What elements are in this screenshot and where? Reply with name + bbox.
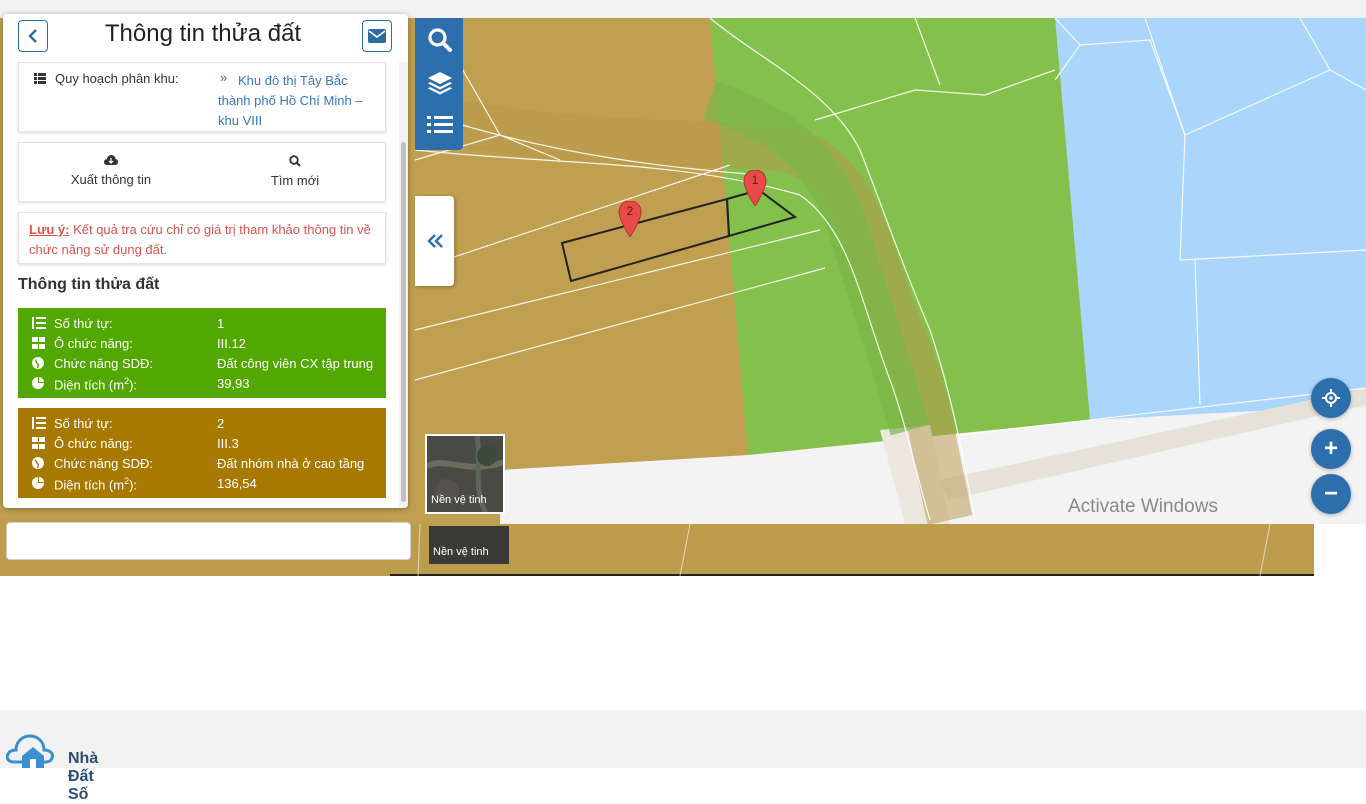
export-info-button[interactable]: Xuất thông tin bbox=[19, 143, 203, 203]
globe-icon bbox=[32, 357, 44, 369]
layers-icon bbox=[428, 72, 452, 95]
pie-chart-icon bbox=[32, 377, 44, 389]
export-info-label: Xuất thông tin bbox=[70, 172, 152, 187]
footer-band bbox=[0, 710, 1366, 768]
grid-icon bbox=[32, 437, 45, 449]
map-lower-strip bbox=[390, 523, 1314, 577]
collapse-panel-button[interactable] bbox=[415, 196, 454, 286]
order-value: 1 bbox=[217, 316, 225, 331]
panel-scrollbar[interactable] bbox=[399, 62, 408, 508]
envelope-icon bbox=[368, 29, 386, 43]
cloud-download-icon bbox=[104, 155, 118, 165]
satellite-toggle-ghost[interactable]: Nền vệ tinh bbox=[429, 526, 509, 564]
zoning-label: Quy hoạch phân khu: bbox=[55, 71, 179, 86]
section-title: Thông tin thửa đất bbox=[18, 276, 160, 293]
panel-title: Thông tin thửa đất bbox=[104, 20, 302, 47]
area-label: Diện tích (m2): bbox=[54, 376, 138, 393]
back-button[interactable] bbox=[18, 20, 48, 52]
map-marker[interactable]: 1 bbox=[743, 170, 767, 206]
area-label: Diện tích (m2): bbox=[54, 476, 138, 493]
zoom-out-button[interactable]: − bbox=[1311, 474, 1351, 514]
cell-value: III.12 bbox=[217, 336, 246, 351]
order-label: Số thứ tự: bbox=[54, 416, 113, 431]
ghost-panel bbox=[6, 522, 411, 560]
ordered-list-icon bbox=[32, 317, 46, 329]
actions-card: Xuất thông tin Tìm mới bbox=[18, 142, 386, 202]
zoning-card: Quy hoạch phân khu: » Khu đô thị Tây Bắc… bbox=[18, 62, 386, 132]
parcel-info-panel: Thông tin thửa đất Quy hoạch phân khu: »… bbox=[3, 14, 408, 508]
grid-icon bbox=[32, 337, 45, 349]
function-label: Chức năng SDĐ: bbox=[54, 456, 154, 471]
list-icon bbox=[34, 73, 46, 84]
house-cloud-icon bbox=[5, 734, 54, 768]
panel-content[interactable]: Quy hoạch phân khu: » Khu đô thị Tây Bắc… bbox=[3, 62, 399, 508]
function-value: Đất nhóm nhà ở cao tầng bbox=[217, 456, 365, 471]
double-chevron-left-icon bbox=[426, 234, 443, 248]
zoning-link[interactable]: Khu đô thị Tây Bắc thành phố Hồ Chí Minh… bbox=[218, 71, 378, 131]
function-label: Chức năng SDĐ: bbox=[54, 356, 154, 371]
ordered-list-icon bbox=[32, 417, 46, 429]
search-icon bbox=[289, 155, 301, 167]
globe-icon bbox=[32, 457, 44, 469]
function-value: Đất công viên CX tập trung bbox=[217, 356, 374, 371]
legend-button[interactable] bbox=[427, 114, 453, 140]
locate-button[interactable] bbox=[1311, 378, 1351, 418]
cell-value: III.3 bbox=[217, 436, 239, 451]
order-value: 2 bbox=[217, 416, 225, 431]
satellite-label: Nền vệ tinh bbox=[433, 546, 489, 558]
marker-label: 2 bbox=[626, 204, 634, 218]
layers-button[interactable] bbox=[427, 70, 453, 96]
map-marker[interactable]: 2 bbox=[618, 201, 642, 237]
new-search-button[interactable]: Tìm mới bbox=[203, 143, 387, 203]
note-prefix: Lưu ý: bbox=[29, 222, 70, 237]
area-value: 136,54 bbox=[217, 476, 257, 491]
cell-label: Ô chức năng: bbox=[54, 336, 133, 351]
scrollbar-thumb[interactable] bbox=[401, 142, 406, 502]
satellite-label: Nền vệ tinh bbox=[431, 494, 487, 506]
note-text: Kết quả tra cứu chỉ có giá trị tham khảo… bbox=[29, 222, 371, 257]
list-icon bbox=[427, 116, 453, 133]
activate-windows-watermark: Activate Windows bbox=[1068, 496, 1218, 517]
zoom-in-button[interactable]: + bbox=[1311, 429, 1351, 469]
email-button[interactable] bbox=[362, 20, 392, 52]
chevron-left-icon bbox=[28, 29, 37, 43]
search-icon bbox=[428, 28, 452, 52]
marker-label: 1 bbox=[751, 173, 759, 187]
cell-label: Ô chức năng: bbox=[54, 436, 133, 451]
pie-chart-icon bbox=[32, 477, 44, 489]
parcel-card-2: Số thứ tự: 2 Ô chức năng: III.3 Chức năn… bbox=[18, 408, 386, 498]
search-button[interactable] bbox=[427, 27, 453, 53]
area-value: 39,93 bbox=[217, 376, 250, 391]
order-label: Số thứ tự: bbox=[54, 316, 113, 331]
parcel-card-1: Số thứ tự: 1 Ô chức năng: III.12 Chức nă… bbox=[18, 308, 386, 398]
panel-header: Thông tin thửa đất bbox=[3, 14, 408, 62]
brand-name: Nhà Đất Số bbox=[68, 750, 99, 803]
satellite-toggle[interactable]: Nền vệ tinh bbox=[425, 434, 505, 514]
brand-logo[interactable]: Nhà Đất Số bbox=[5, 728, 98, 803]
new-search-label: Tìm mới bbox=[270, 173, 320, 188]
crosshair-icon bbox=[1322, 389, 1340, 407]
disclaimer-note: Lưu ý: Kết quả tra cứu chỉ có giá trị th… bbox=[18, 212, 386, 264]
map-toolbar bbox=[415, 18, 463, 150]
